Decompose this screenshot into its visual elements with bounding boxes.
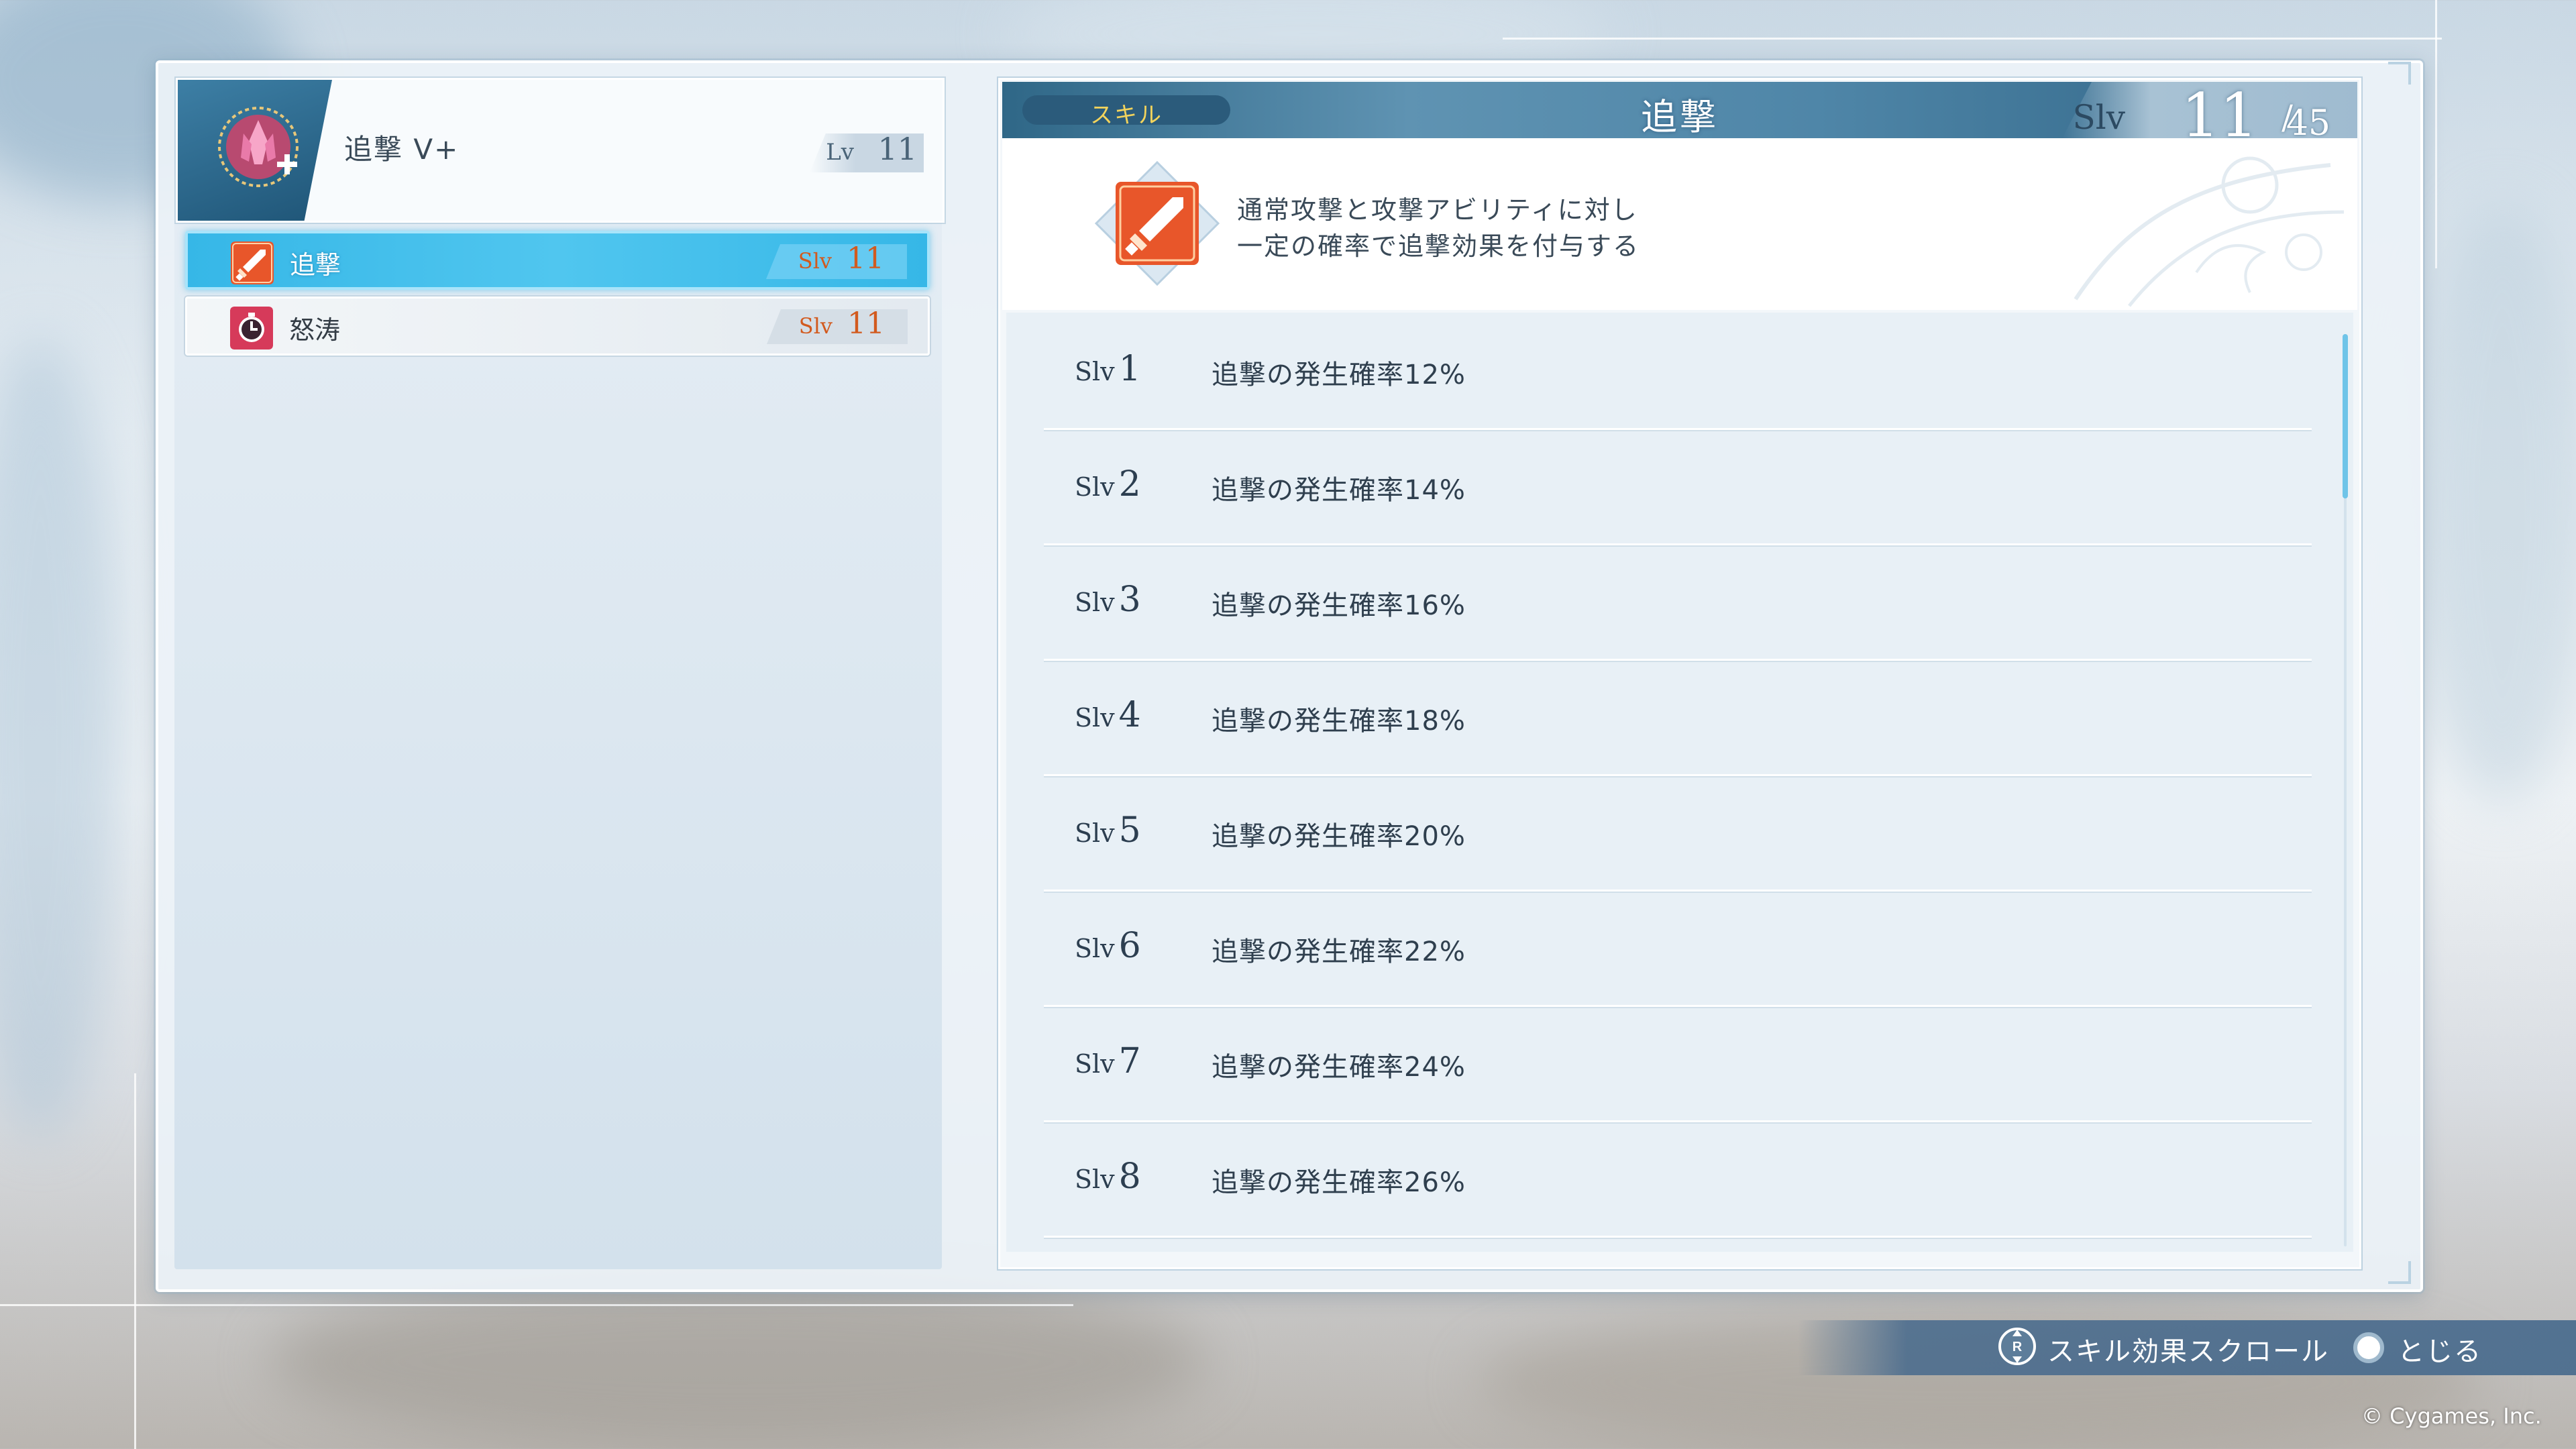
skill-slv-label: Slv [798,248,832,274]
close-button[interactable]: とじる [2398,1330,2482,1368]
level-effect: 追撃の発生確率20% [1212,821,1466,852]
skill-name: 怒涛 [289,315,341,345]
decor-line [0,1304,1073,1306]
level-row: Slv 7 追撃の発生確率24% [1044,1005,2312,1122]
scrollbar[interactable] [2343,334,2348,1246]
level-row: Slv 6 追撃の発生確率22% [1044,890,2312,1007]
copyright: © Cygames, Inc. [2361,1403,2542,1429]
svg-text:R: R [2012,1340,2023,1354]
decor-line [2435,0,2437,268]
skill-list-item-tsuigeki[interactable]: 追撃 Slv 11 [185,231,930,290]
description-line: 一定の確率で追撃効果を付与する [1237,231,1640,261]
level-number: Slv 8 [1075,1157,1141,1197]
skill-slv-value: 11 [847,241,884,276]
level-row: Slv 2 追撃の発生確率14% [1044,428,2312,545]
skill-name: 追撃 [290,250,341,280]
skill-slv-badge [767,309,908,344]
level-number: Slv 1 [1075,349,1141,389]
skill-slv-label: Slv [798,313,833,339]
right-stick-icon: R [1998,1328,2036,1365]
level-number: Slv 4 [1075,695,1141,735]
decor-line [1503,38,2442,40]
level-effect: 追撃の発生確率18% [1212,706,1466,737]
decor-line [134,1073,136,1449]
scroll-hint-label: スキル効果スクロール [2047,1336,2329,1367]
skill-level-max: 45 [2286,103,2330,144]
level-number: Slv 2 [1075,464,1141,504]
clock-icon [230,307,273,350]
level-value: 11 [877,131,917,167]
level-effect: 追撃の発生確率26% [1212,1167,1466,1198]
skill-slv-badge [766,244,907,279]
description-line: 通常攻撃と攻撃アビリティに対し [1237,195,1638,225]
skill-list-item-dotou[interactable]: 怒涛 Slv 11 [185,297,930,356]
level-effect: 追撃の発生確率16% [1212,590,1466,621]
skill-level-table[interactable]: Slv 1 追撃の発生確率12% Slv 2 追撃の発生確率14% Slv 3 追撃の… [1006,313,2353,1252]
character-header: 追撃 V+ Lv 11 [176,78,945,223]
ornament-decoration [2074,156,2345,307]
frame-corner-ornament [2388,62,2411,85]
level-effect: 追撃の発生確率12% [1212,360,1466,390]
circle-button-icon[interactable] [2353,1332,2384,1363]
level-effect: 追撃の発生確率14% [1212,475,1466,506]
scrollbar-thumb[interactable] [2343,334,2348,498]
level-number: Slv 5 [1075,810,1141,851]
sword-icon [1094,160,1220,286]
crystal-plus-emblem-icon [218,107,299,187]
skill-detail-header: スキル 追撃 Slv 11 / 45 [1002,80,2357,151]
skill-slv-value: 11 [847,307,885,341]
level-row: Slv 4 追撃の発生確率18% [1044,659,2312,776]
level-label: Lv [826,139,854,166]
level-row: Slv 3 追撃の発生確率16% [1044,543,2312,661]
level-number: Slv 7 [1075,1041,1141,1081]
level-row: Slv 1 追撃の発生確率12% [1044,313,2312,430]
sword-icon [231,241,274,284]
level-effect: 追撃の発生確率24% [1212,1052,1466,1083]
skill-level-label: Slv [2072,98,2126,137]
frame-corner-ornament [2388,1261,2411,1284]
level-row: Slv 8 追撃の発生確率26% [1044,1120,2312,1238]
character-name: 追撃 V+ [344,133,460,166]
skill-description: 通常攻撃と攻撃アビリティに対し 一定の確率で追撃効果を付与する [1002,138,2357,310]
level-number: Slv 6 [1075,926,1141,966]
level-effect: 追撃の発生確率22% [1212,936,1466,967]
level-number: Slv 3 [1075,580,1141,620]
level-row: Slv 5 追撃の発生確率20% [1044,774,2312,892]
